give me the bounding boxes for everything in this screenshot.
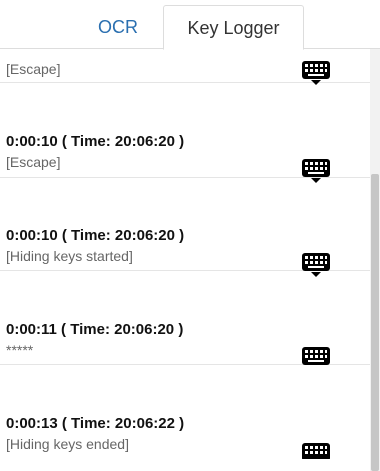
vertical-scrollbar[interactable] — [370, 49, 380, 471]
tab-key-logger[interactable]: Key Logger — [163, 5, 304, 50]
log-entry: [Escape] — [0, 49, 370, 85]
log-entry-detail: [Hiding keys ended] — [6, 436, 129, 452]
log-entry-detail: [Hiding keys started] — [6, 248, 133, 264]
scrollbar-thumb[interactable] — [371, 174, 379, 471]
keyboard-icon — [302, 61, 330, 85]
log-entry-time: 0:00:10 ( Time: 20:06:20 ) — [6, 227, 185, 244]
tab-ocr[interactable]: OCR — [74, 5, 162, 49]
log-entry-time: 0:00:10 ( Time: 20:06:20 ) — [6, 133, 185, 150]
keyboard-icon — [302, 443, 330, 459]
log-entry: 0:00:11 ( Time: 20:06:20 ) ***** — [0, 271, 370, 365]
log-entry-detail: [Escape] — [6, 154, 61, 170]
log-entry-detail: ***** — [6, 342, 34, 358]
log-entry: 0:00:10 ( Time: 20:06:20 ) [Hiding keys … — [0, 177, 370, 277]
log-entry-time: 0:00:13 ( Time: 20:06:22 ) — [6, 415, 185, 432]
log-entry: 0:00:13 ( Time: 20:06:22 ) [Hiding keys … — [0, 365, 370, 459]
tab-bar: OCR Key Logger — [0, 0, 380, 50]
key-log-list[interactable]: [Escape] 0:00:10 ( Time: 20:06:20 ) [Esc… — [0, 49, 370, 471]
log-entry-time: 0:00:11 ( Time: 20:06:20 ) — [6, 321, 184, 338]
log-entry: 0:00:10 ( Time: 20:06:20 ) [Escape] — [0, 83, 370, 183]
log-entry-detail: [Escape] — [6, 61, 61, 77]
